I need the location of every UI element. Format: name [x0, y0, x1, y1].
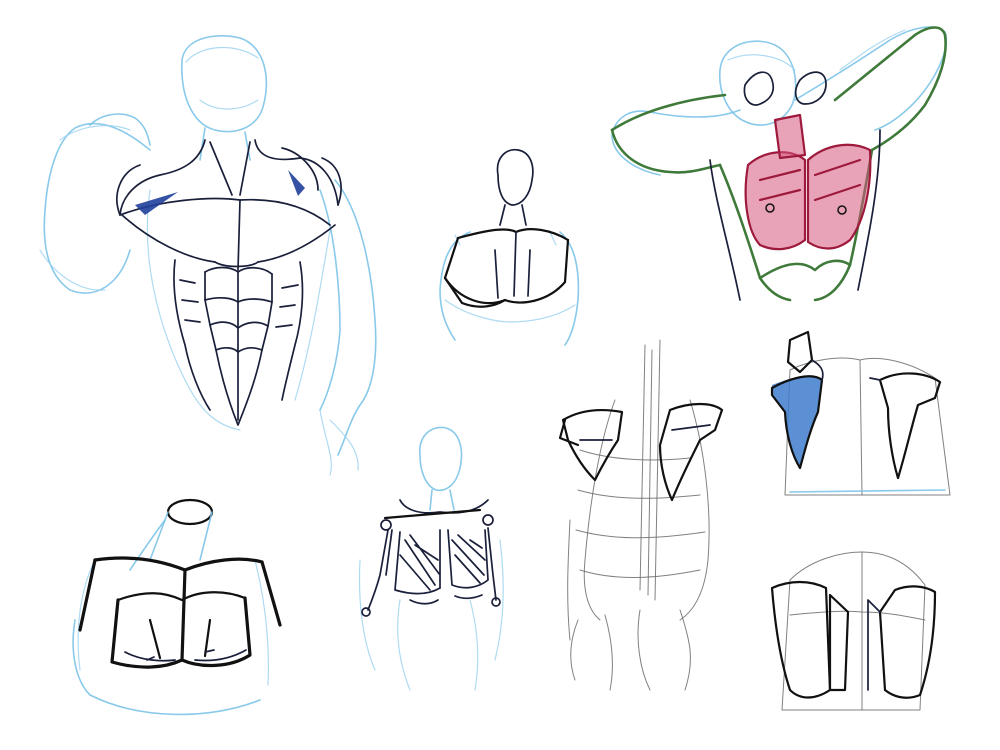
sketch-canvas	[39, 26, 951, 716]
skeleton-pectoral-fans-sketch	[358, 426, 504, 691]
torso-arms-raised-colored-sketch	[610, 26, 948, 302]
chest-block-cylinder-sketch	[72, 498, 282, 716]
chest-block-small-sketch	[439, 148, 580, 346]
spine-ribcage-sketch	[558, 339, 724, 691]
back-blades-bottom-right-sketch	[770, 551, 937, 711]
torso-front-muscles-sketch	[39, 35, 377, 476]
sketch-sheet	[0, 0, 1000, 750]
shoulder-blades-blue-sketch	[770, 330, 951, 496]
